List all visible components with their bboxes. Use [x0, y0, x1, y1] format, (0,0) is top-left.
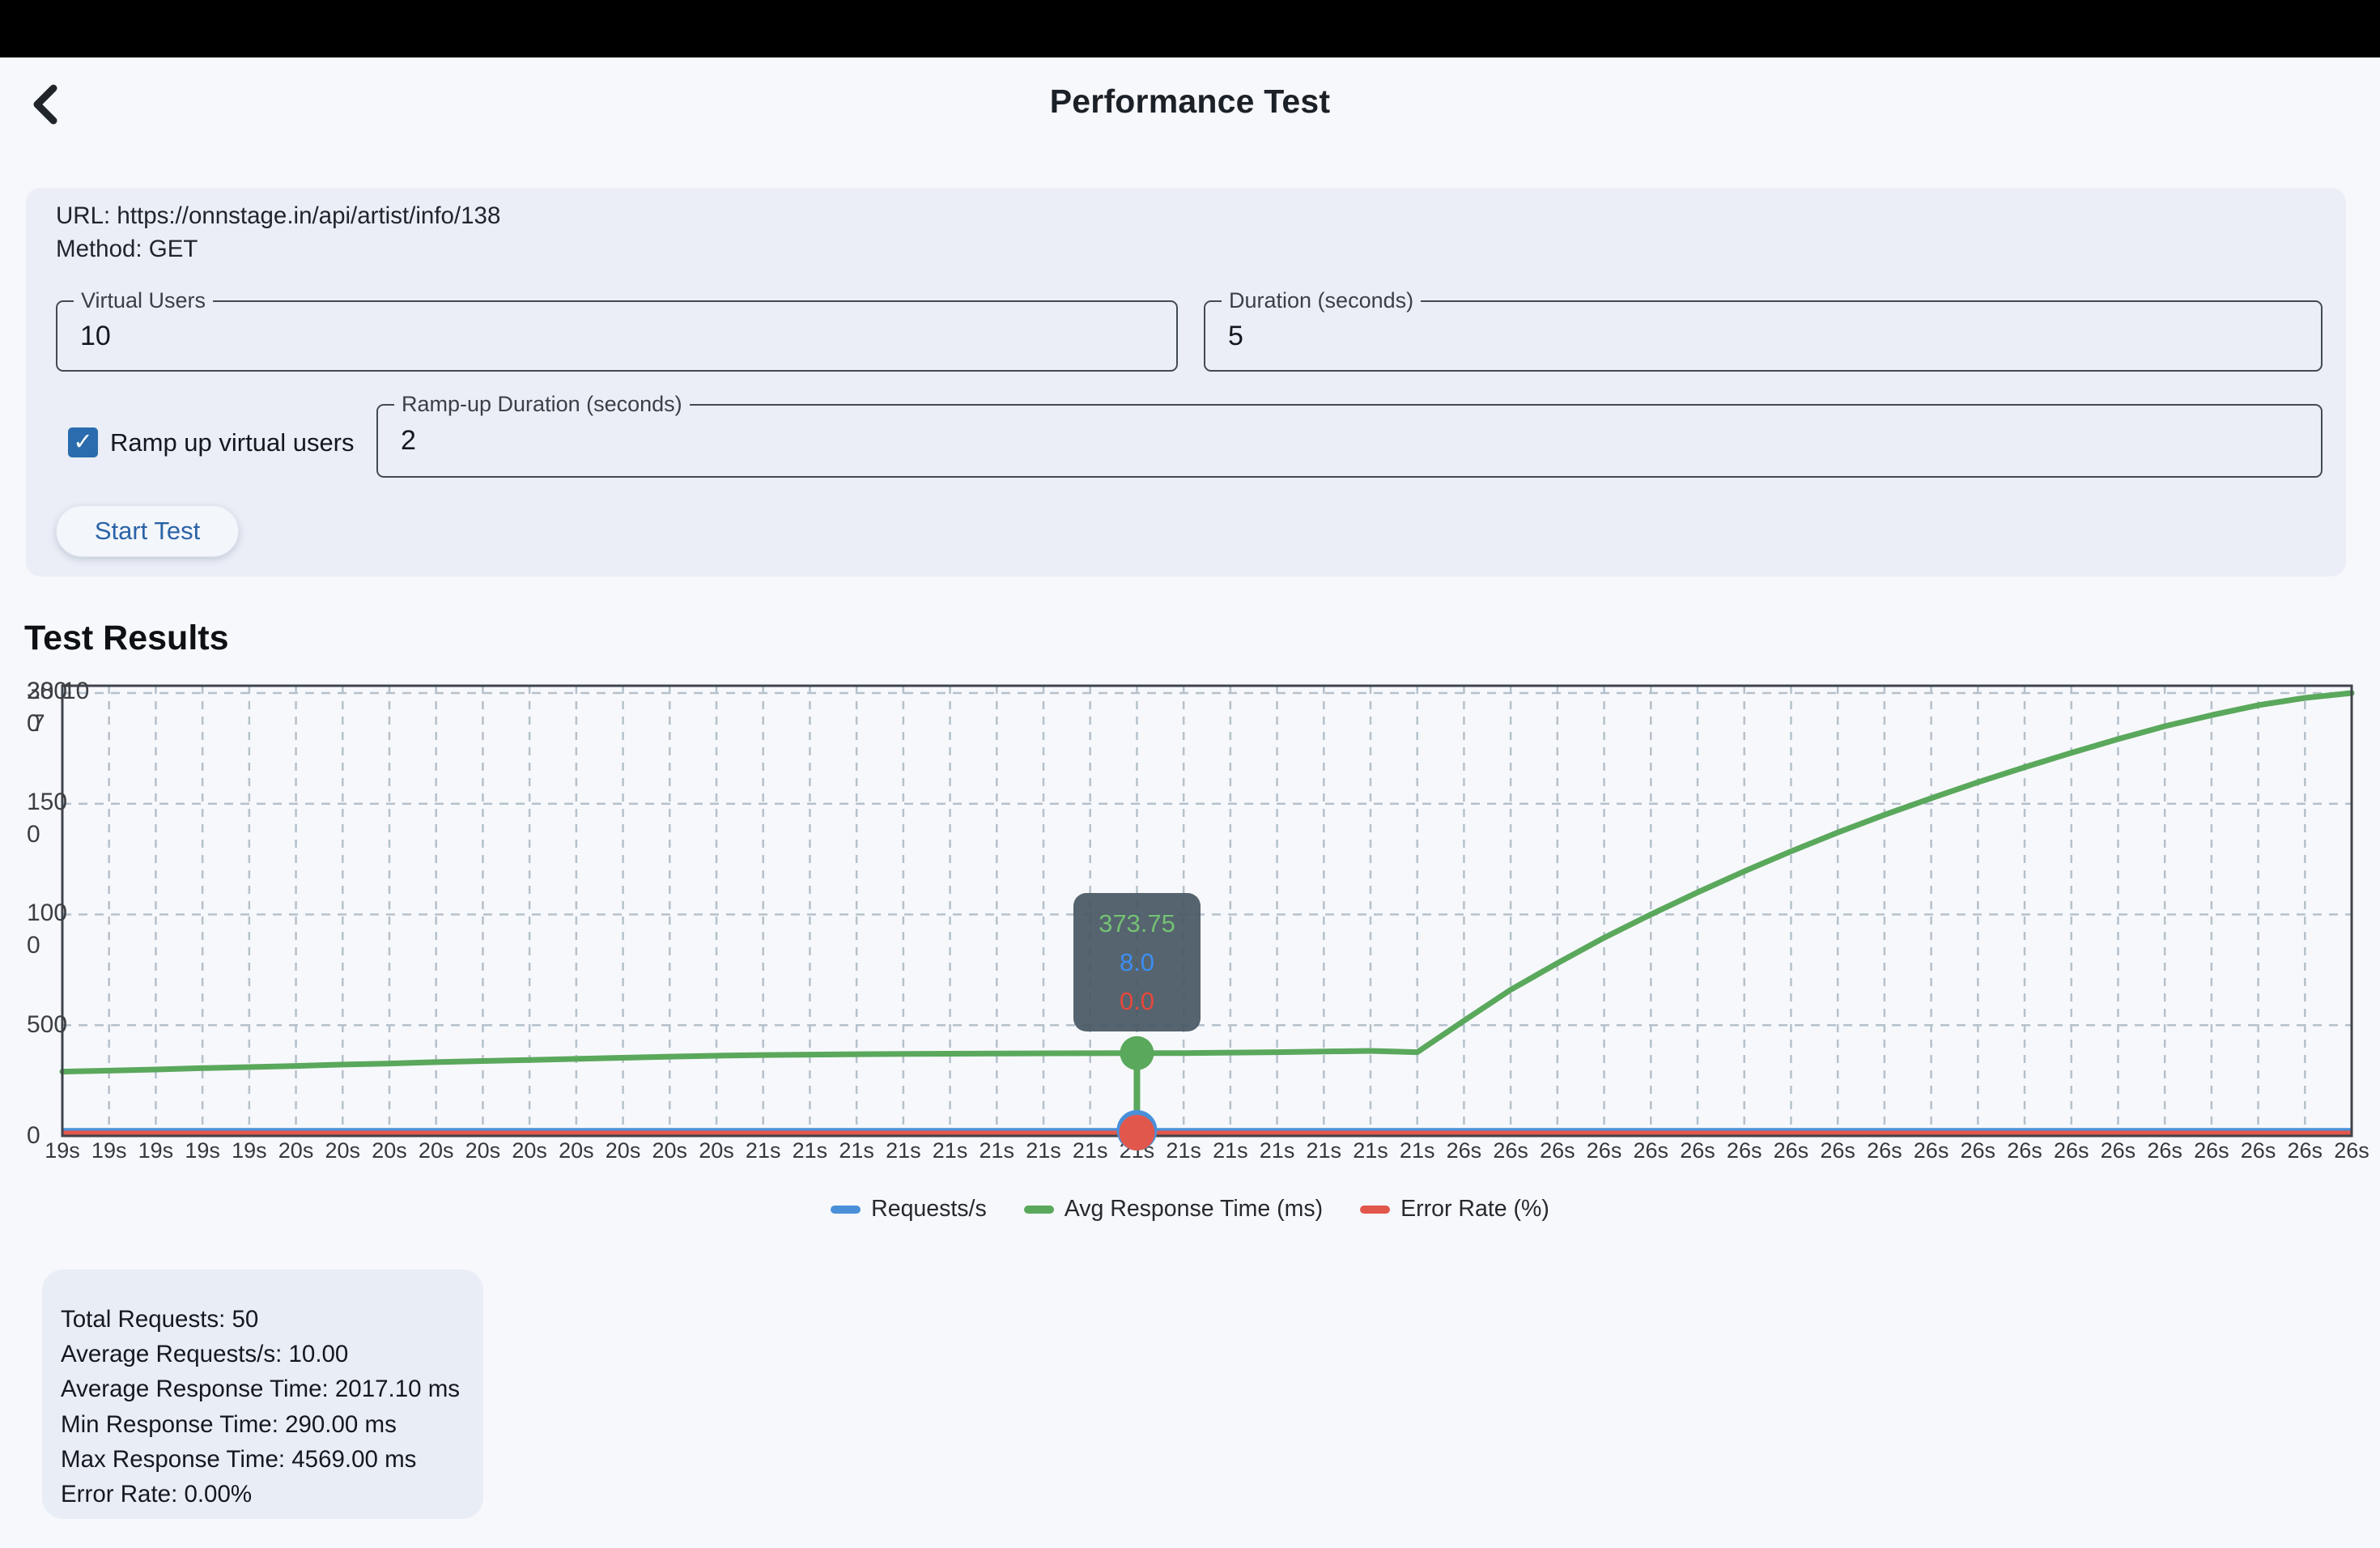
status-bar	[0, 0, 2380, 57]
legend-item: Avg Response Time (ms)	[1024, 1196, 1323, 1223]
legend-label: Requests/s	[871, 1196, 987, 1223]
ramp-up-checkbox-label: Ramp up virtual users	[110, 428, 355, 457]
summary-stat-line: Total Requests: 50	[61, 1302, 467, 1337]
ramp-up-checkbox[interactable]: ✓	[68, 427, 98, 457]
virtual-users-field[interactable]: Virtual Users	[56, 300, 1178, 372]
legend-swatch	[1024, 1206, 1054, 1214]
performance-test-screen: Performance Test URL: https://onnstage.i…	[0, 0, 2380, 1548]
legend-item: Requests/s	[831, 1196, 987, 1223]
ramp-duration-field[interactable]: Ramp-up Duration (seconds)	[376, 404, 2323, 478]
tooltip-error-rate: 0.0	[1073, 982, 1201, 1021]
ramp-duration-input[interactable]	[378, 406, 2321, 476]
summary-card: Total Requests: 50Average Requests/s: 10…	[42, 1269, 483, 1519]
method-text: Method: GET	[56, 236, 198, 263]
test-results-heading: Test Results	[24, 619, 229, 658]
chart-tooltip: 373.75 8.0 0.0	[1073, 893, 1201, 1031]
summary-stat-line: Max Response Time: 4569.00 ms	[61, 1442, 467, 1477]
virtual-users-input[interactable]	[57, 302, 1176, 370]
chart-legend: Requests/s Avg Response Time (ms) Error Ra…	[0, 1196, 2380, 1223]
page-title: Performance Test	[0, 83, 2380, 121]
summary-stat-line: Average Requests/s: 10.00	[61, 1337, 467, 1372]
url-text: URL: https://onnstage.in/api/artist/info…	[56, 202, 500, 230]
tooltip-response-time: 373.75	[1073, 904, 1201, 943]
test-config-card: URL: https://onnstage.in/api/artist/info…	[26, 188, 2346, 576]
legend-label: Avg Response Time (ms)	[1065, 1196, 1323, 1223]
duration-field[interactable]: Duration (seconds)	[1204, 300, 2323, 372]
start-test-button[interactable]: Start Test	[56, 505, 239, 557]
tooltip-requests: 8.0	[1073, 943, 1201, 982]
summary-stat-line: Min Response Time: 290.00 ms	[61, 1407, 467, 1442]
legend-label: Error Rate (%)	[1400, 1196, 1549, 1223]
legend-swatch	[831, 1206, 861, 1214]
duration-input[interactable]	[1205, 302, 2321, 370]
summary-stat-line: Error Rate: 0.00%	[61, 1477, 467, 1512]
legend-item: Error Rate (%)	[1360, 1196, 1549, 1223]
summary-stat-line: Average Response Time: 2017.10 ms	[61, 1372, 467, 1406]
legend-swatch	[1360, 1206, 1390, 1214]
